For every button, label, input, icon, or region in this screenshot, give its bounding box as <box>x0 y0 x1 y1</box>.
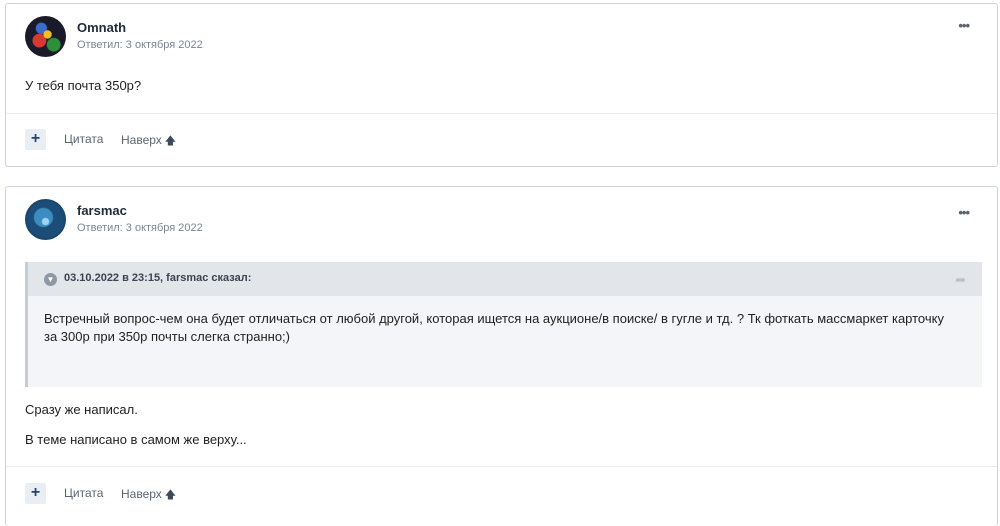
scroll-top-link[interactable]: Наверх 🡅 <box>121 486 176 505</box>
react-plus-button[interactable]: + <box>25 483 46 504</box>
more-options-icon[interactable]: ••• <box>958 205 970 220</box>
arrow-up-icon: 🡅 <box>164 489 177 501</box>
chevron-down-icon[interactable]: ▼ <box>44 273 57 286</box>
post-text: В теме написано в самом же верху... <box>25 432 247 447</box>
divider <box>6 113 997 114</box>
post-omnath: Omnath Ответил: 3 октября 2022 ••• У теб… <box>5 3 998 167</box>
share-icon[interactable]: ➦ <box>955 272 966 288</box>
scroll-top-label: Наверх <box>121 487 162 501</box>
quote-header[interactable]: ▼ 03.10.2022 в 23:15, farsmac сказал: ➦ <box>28 262 982 296</box>
react-plus-button[interactable]: + <box>25 129 46 150</box>
author-name[interactable]: farsmac <box>77 203 127 218</box>
more-options-icon[interactable]: ••• <box>958 18 970 33</box>
post-farsmac: farsmac Ответил: 3 октября 2022 ••• ▼ 03… <box>5 186 998 526</box>
quote-citation[interactable]: 03.10.2022 в 23:15, farsmac сказал: <box>64 272 251 284</box>
post-text: У тебя почта 350р? <box>25 78 142 93</box>
quote-link[interactable]: Цитата <box>64 486 103 500</box>
arrow-up-icon: 🡅 <box>164 135 177 147</box>
post-text: Сразу же написал. <box>25 402 138 417</box>
post-date: Ответил: 3 октября 2022 <box>77 222 203 234</box>
scroll-top-link[interactable]: Наверх 🡅 <box>121 132 176 151</box>
author-name[interactable]: Omnath <box>77 20 126 35</box>
avatar[interactable] <box>25 199 66 240</box>
divider <box>6 466 997 467</box>
scroll-top-label: Наверх <box>121 133 162 147</box>
quote-link[interactable]: Цитата <box>64 132 103 146</box>
avatar[interactable] <box>25 16 66 57</box>
post-date: Ответил: 3 октября 2022 <box>77 39 203 51</box>
quote-block: ▼ 03.10.2022 в 23:15, farsmac сказал: ➦ … <box>25 262 982 387</box>
quote-text: Встречный вопрос-чем она будет отличатьс… <box>44 311 944 344</box>
